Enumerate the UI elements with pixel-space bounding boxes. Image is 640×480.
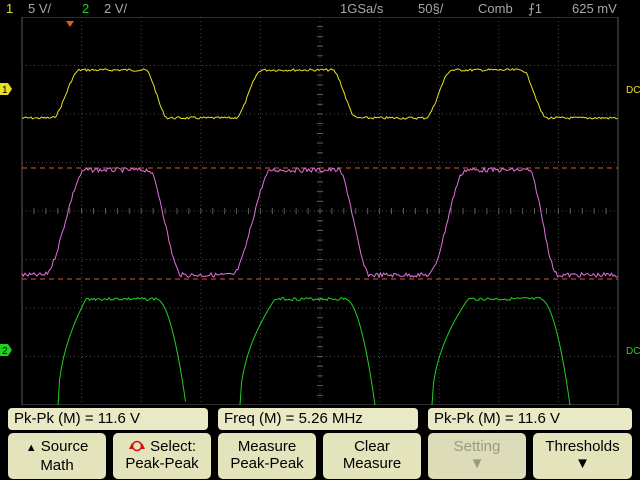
ch2-coupling-label: DC	[626, 346, 640, 357]
trigger-level: 625 mV	[572, 1, 617, 16]
status-bar: 1 5 V/ 2 2 V/ 1GSa/s 50§/ Comb ⨍1 625 mV	[0, 0, 640, 17]
measure-peak-peak-button[interactable]: Measure Peak-Peak	[218, 433, 316, 479]
measurement-3: Pk-Pk (M) = 11.6 V	[428, 408, 632, 430]
setting-button[interactable]: Setting ▼	[428, 433, 526, 479]
trigger-position-marker	[66, 21, 74, 27]
waveform-display[interactable]: 1 2 DC DC	[0, 17, 640, 405]
sample-rate: 1GSa/s	[340, 1, 384, 16]
submenu-arrow-icon: ▼	[469, 455, 485, 472]
softkey-bar: ▲ Source Math Select: Peak-Peak Measure …	[0, 431, 640, 480]
math-trace	[21, 166, 618, 279]
entry-knob-icon	[128, 440, 145, 452]
submenu-arrow-icon: ▼	[575, 455, 590, 472]
measurement-bar: Pk-Pk (M) = 11.6 V Freq (M) = 5.26 MHz P…	[0, 405, 640, 431]
source-button[interactable]: ▲ Source Math	[8, 433, 106, 479]
measurement-1: Pk-Pk (M) = 11.6 V	[8, 408, 208, 430]
thresholds-button[interactable]: Thresholds ▼	[533, 433, 632, 479]
timebase: 50§/	[418, 1, 444, 16]
ch2-number: 2	[82, 1, 90, 16]
svg-text:2: 2	[2, 346, 8, 357]
measurement-2: Freq (M) = 5.26 MHz	[218, 408, 418, 430]
ch2-scale: 2 V/	[104, 1, 128, 16]
ch1-number: 1	[6, 1, 14, 16]
acquisition-mode: Comb	[478, 1, 513, 16]
select-button[interactable]: Select: Peak-Peak	[113, 433, 211, 479]
up-arrow-icon: ▲	[25, 442, 37, 454]
ch1-ground-marker[interactable]: 1	[0, 83, 12, 96]
ch1-scale: 5 V/	[28, 1, 52, 16]
ch1-coupling-label: DC	[626, 85, 640, 96]
ch2-ground-marker[interactable]: 2	[0, 344, 12, 357]
graticule	[21, 17, 619, 405]
ch1-trace	[21, 68, 618, 120]
trigger-slope: ⨍1	[528, 1, 543, 16]
clear-measure-button[interactable]: Clear Measure	[323, 433, 421, 479]
svg-text:1: 1	[2, 85, 8, 96]
ch2-trace	[57, 296, 571, 405]
